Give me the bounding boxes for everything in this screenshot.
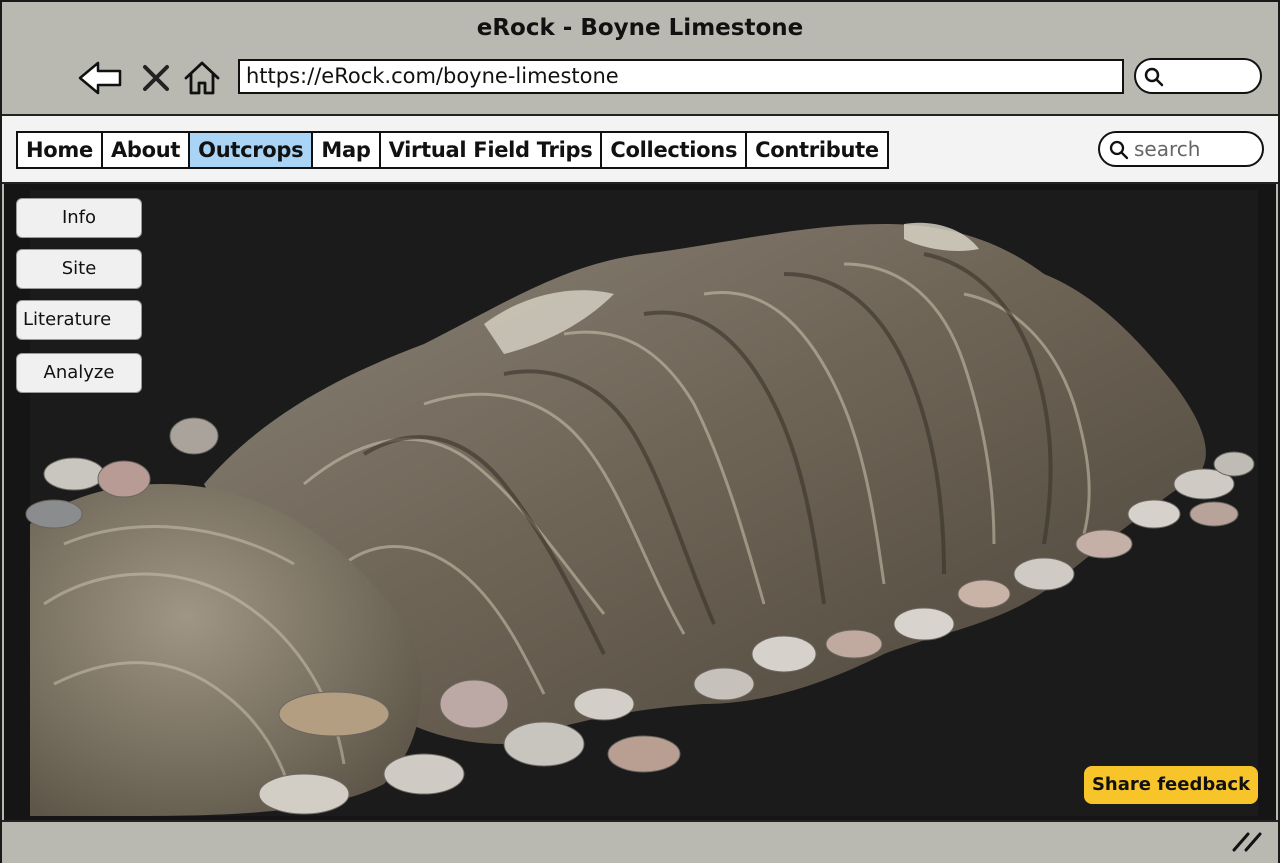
sidebar-analyze-button[interactable]: Analyze bbox=[16, 353, 142, 393]
nav-home[interactable]: Home bbox=[18, 133, 103, 167]
window-title: eRock - Boyne Limestone bbox=[476, 15, 804, 41]
nav-contribute[interactable]: Contribute bbox=[747, 133, 887, 167]
browser-window: eRock - Boyne Limestone https://eRock.co… bbox=[0, 0, 1280, 863]
search-input[interactable] bbox=[1132, 136, 1254, 162]
home-icon bbox=[184, 61, 220, 95]
search-icon bbox=[1144, 67, 1164, 87]
resize-handle-icon[interactable] bbox=[1230, 830, 1264, 852]
nav-about[interactable]: About bbox=[103, 133, 191, 167]
site-search-box bbox=[1098, 131, 1264, 167]
back-button[interactable] bbox=[78, 58, 122, 98]
nav-virtual-field-trips[interactable]: Virtual Field Trips bbox=[381, 133, 603, 167]
main-nav: Home About Outcrops Map Virtual Field Tr… bbox=[16, 131, 889, 169]
sidebar-literature-button[interactable]: Literature bbox=[16, 300, 142, 340]
search-icon bbox=[1109, 140, 1129, 160]
stop-button[interactable] bbox=[134, 58, 178, 98]
nav-collections[interactable]: Collections bbox=[602, 133, 748, 167]
nav-outcrops[interactable]: Outcrops bbox=[190, 133, 314, 167]
site-header: Home About Outcrops Map Virtual Field Tr… bbox=[2, 114, 1278, 184]
nav-map[interactable]: Map bbox=[313, 133, 381, 167]
outcrop-3d-viewer[interactable]: Info Site Literature Analyze Share feedb… bbox=[4, 184, 1276, 820]
back-arrow-icon bbox=[78, 61, 122, 95]
status-bar bbox=[2, 820, 1278, 863]
outcrop-model-image[interactable] bbox=[4, 184, 1276, 820]
browser-search-box[interactable] bbox=[1134, 58, 1262, 94]
sidebar-site-button[interactable]: Site bbox=[16, 249, 142, 289]
sidebar-info-button[interactable]: Info bbox=[16, 198, 142, 238]
close-icon bbox=[143, 65, 169, 91]
address-bar[interactable]: https://eRock.com/boyne-limestone bbox=[238, 59, 1124, 94]
share-feedback-button[interactable]: Share feedback bbox=[1084, 766, 1258, 804]
home-button[interactable] bbox=[180, 58, 224, 98]
